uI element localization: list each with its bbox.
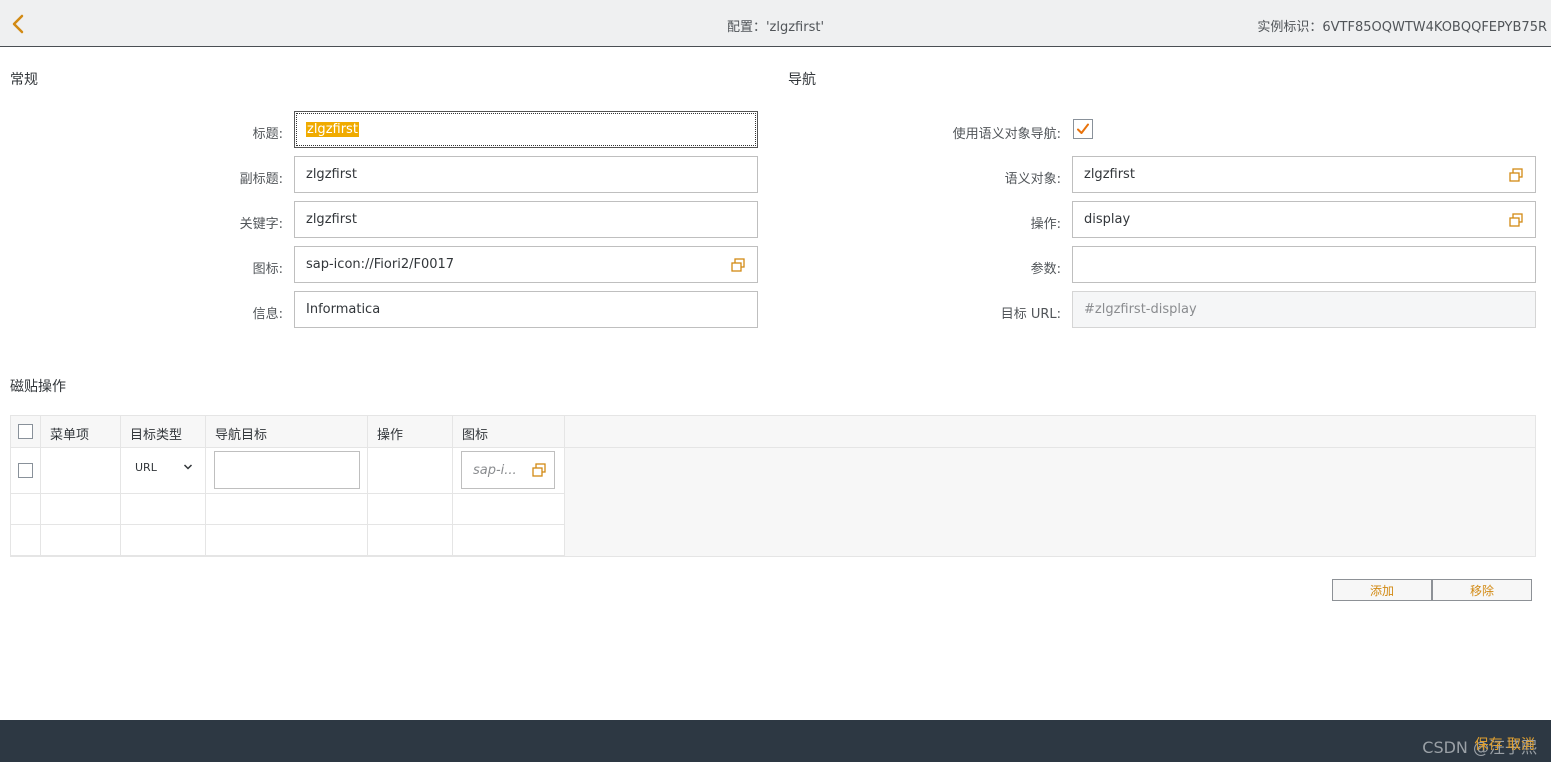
column-header: 目标类型 bbox=[121, 416, 206, 448]
footer-bar: CSDN @汪子熙 保存 取消 bbox=[0, 720, 1551, 762]
title-input-value: zlgzfirst bbox=[306, 122, 359, 137]
column-header-label: 操作 bbox=[377, 428, 404, 443]
title-label: 标题: bbox=[252, 127, 283, 142]
semantic-object-value: zlgzfirst bbox=[1084, 167, 1135, 182]
empty-cell bbox=[11, 525, 41, 556]
row-icon-placeholder: sap-i... bbox=[473, 462, 517, 478]
menu-item-cell[interactable] bbox=[41, 448, 121, 494]
target-type-select[interactable]: URL bbox=[121, 448, 206, 494]
value-help-icon[interactable] bbox=[730, 257, 746, 273]
action-label: 操作: bbox=[1030, 217, 1061, 232]
action-input-value: display bbox=[1084, 212, 1131, 227]
empty-cell bbox=[11, 494, 41, 525]
empty-cell bbox=[453, 525, 565, 556]
column-header-label: 导航目标 bbox=[215, 428, 268, 443]
value-help-icon[interactable] bbox=[1508, 212, 1524, 228]
nav-target-cell bbox=[206, 448, 368, 494]
footer-actions[interactable]: 保存 取消 bbox=[1475, 734, 1535, 754]
empty-cell bbox=[41, 525, 121, 556]
value-help-icon[interactable] bbox=[1508, 167, 1524, 183]
column-header: 菜单项 bbox=[41, 416, 121, 448]
chevron-down-icon bbox=[183, 464, 193, 470]
icon-input[interactable]: sap-icon://Fiori2/F0017 bbox=[294, 246, 758, 283]
column-header: 操作 bbox=[368, 416, 453, 448]
column-header-label: 图标 bbox=[462, 428, 489, 443]
keywords-input-value: zlgzfirst bbox=[306, 212, 357, 227]
row-select-cell bbox=[11, 448, 41, 494]
tile-actions-table: 菜单项 目标类型 导航目标 操作 图标 URL sap-i... bbox=[10, 415, 1536, 557]
row-icon-input[interactable]: sap-i... bbox=[461, 451, 555, 489]
use-semantic-nav-checkbox[interactable] bbox=[1073, 119, 1093, 139]
target-url-field: #zlgzfirst-display bbox=[1072, 291, 1536, 328]
empty-cell bbox=[368, 494, 453, 525]
navigation-section-title: 导航 bbox=[788, 72, 816, 88]
shell-header: 配置：'zlgzfirst' 实例标识：6VTF85OQWTW4KOBQQFEP… bbox=[0, 0, 1551, 47]
title-input[interactable]: zlgzfirst bbox=[294, 111, 758, 148]
nav-target-input[interactable] bbox=[214, 451, 360, 489]
semantic-object-label: 语义对象: bbox=[1004, 172, 1061, 187]
column-header: 导航目标 bbox=[206, 416, 368, 448]
column-header-label: 目标类型 bbox=[130, 428, 183, 443]
row-select-checkbox[interactable] bbox=[18, 463, 33, 478]
remove-button[interactable]: 移除 bbox=[1432, 579, 1532, 601]
target-type-value: URL bbox=[135, 461, 157, 474]
select-all-cell bbox=[11, 416, 41, 448]
info-input[interactable]: Informatica bbox=[294, 291, 758, 328]
use-semantic-nav-label: 使用语义对象导航: bbox=[952, 127, 1061, 142]
subtitle-input[interactable]: zlgzfirst bbox=[294, 156, 758, 193]
column-header: 图标 bbox=[453, 416, 565, 448]
info-label: 信息: bbox=[252, 307, 283, 322]
icon-cell: sap-i... bbox=[453, 448, 565, 494]
checkmark-icon bbox=[1077, 123, 1089, 134]
empty-cell bbox=[206, 494, 368, 525]
target-url-label: 目标 URL: bbox=[1000, 307, 1061, 322]
empty-cell bbox=[453, 494, 565, 525]
subtitle-label: 副标题: bbox=[239, 172, 283, 187]
value-help-icon[interactable] bbox=[531, 462, 547, 478]
empty-cell bbox=[121, 525, 206, 556]
action-cell[interactable] bbox=[368, 448, 453, 494]
subtitle-input-value: zlgzfirst bbox=[306, 167, 357, 182]
params-input[interactable] bbox=[1072, 246, 1536, 283]
icon-label: 图标: bbox=[252, 262, 283, 277]
instance-id: 实例标识：6VTF85OQWTW4KOBQQFEPYB75R bbox=[1257, 20, 1547, 35]
general-section-title: 常规 bbox=[10, 72, 38, 88]
column-header-label: 菜单项 bbox=[50, 428, 90, 443]
action-input[interactable]: display bbox=[1072, 201, 1536, 238]
empty-cell bbox=[41, 494, 121, 525]
header-divider bbox=[565, 447, 1535, 448]
tile-actions-section-title: 磁贴操作 bbox=[10, 379, 66, 395]
target-url-value: #zlgzfirst-display bbox=[1084, 302, 1197, 317]
keywords-input[interactable]: zlgzfirst bbox=[294, 201, 758, 238]
empty-cell bbox=[121, 494, 206, 525]
params-label: 参数: bbox=[1030, 262, 1061, 277]
empty-cell bbox=[206, 525, 368, 556]
empty-cell bbox=[368, 525, 453, 556]
add-button[interactable]: 添加 bbox=[1332, 579, 1432, 601]
icon-input-value: sap-icon://Fiori2/F0017 bbox=[306, 257, 455, 272]
select-all-checkbox[interactable] bbox=[18, 424, 33, 439]
keywords-label: 关键字: bbox=[239, 217, 283, 232]
semantic-object-input[interactable]: zlgzfirst bbox=[1072, 156, 1536, 193]
info-input-value: Informatica bbox=[306, 302, 381, 317]
